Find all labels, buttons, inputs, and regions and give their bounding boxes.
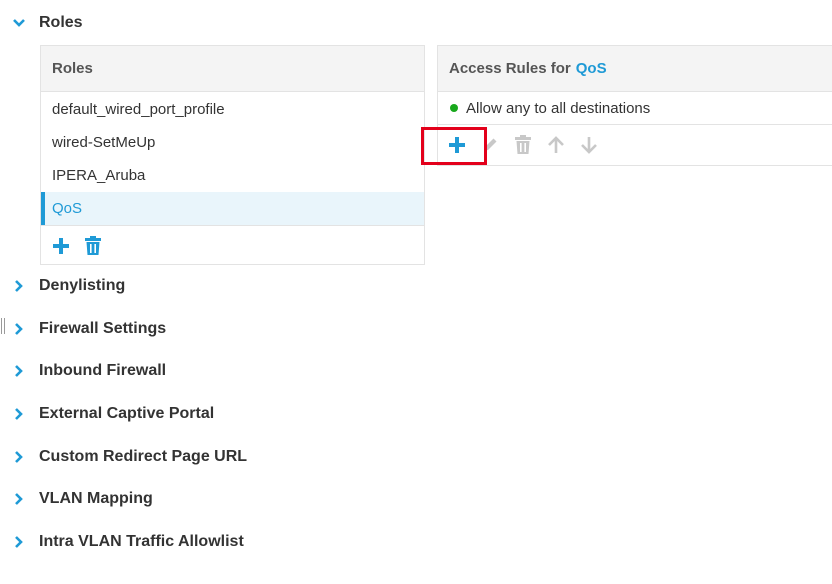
section-title: Intra VLAN Traffic Allowlist	[39, 533, 244, 550]
chevron-right-icon	[11, 278, 27, 294]
section-title: VLAN Mapping	[39, 490, 153, 507]
arrow-down-icon[interactable]	[579, 135, 599, 155]
access-rules-panel: Access Rules for QoS Allow any to all de…	[437, 45, 832, 166]
roles-toolbar	[41, 225, 424, 265]
section-custom-redirect-page-url[interactable]: Custom Redirect Page URL	[0, 442, 247, 472]
access-rule-row[interactable]: Allow any to all destinations	[438, 92, 832, 125]
chevron-right-icon	[11, 449, 27, 465]
chevron-right-icon	[11, 491, 27, 507]
plus-icon[interactable]	[51, 236, 71, 256]
section-title: Firewall Settings	[39, 320, 167, 337]
role-item[interactable]: IPERA_Aruba	[41, 159, 424, 192]
chevron-right-icon	[11, 406, 27, 422]
section-title: Inbound Firewall	[39, 362, 167, 379]
section-roles[interactable]: Roles	[0, 8, 83, 38]
section-title: External Captive Portal	[39, 405, 215, 422]
pencil-icon[interactable]	[480, 135, 500, 155]
chevron-right-icon	[11, 534, 27, 550]
access-rules-toolbar	[438, 125, 832, 164]
arrow-up-icon[interactable]	[546, 135, 566, 155]
plus-icon[interactable]	[447, 135, 467, 155]
roles-panel-header: Roles	[41, 46, 424, 92]
section-external-captive-portal[interactable]: External Captive Portal	[0, 399, 214, 429]
access-rules-role-name: QoS	[575, 60, 607, 77]
section-intra-vlan-traffic-allowlist[interactable]: Intra VLAN Traffic Allowlist	[0, 527, 244, 557]
chevron-down-icon	[11, 15, 27, 31]
status-dot	[450, 104, 458, 112]
trash-icon[interactable]	[83, 235, 103, 256]
section-title: Denylisting	[39, 277, 126, 294]
section-firewall-settings[interactable]: Firewall Settings	[0, 314, 166, 344]
role-item[interactable]: wired-SetMeUp	[41, 126, 424, 159]
access-rule-label: Allow any to all destinations	[466, 99, 651, 117]
section-vlan-mapping[interactable]: VLAN Mapping	[0, 484, 153, 514]
trash-icon[interactable]	[513, 134, 533, 155]
access-rules-header-label: Access Rules for	[449, 60, 571, 77]
role-item[interactable]: default_wired_port_profile	[41, 93, 424, 126]
section-inbound-firewall[interactable]: Inbound Firewall	[0, 356, 166, 386]
section-title: Roles	[39, 14, 83, 31]
roles-panel: Roles default_wired_port_profile wired-S…	[40, 45, 425, 265]
access-rules-panel-header: Access Rules for QoS	[438, 46, 832, 92]
section-denylisting[interactable]: Denylisting	[0, 271, 125, 301]
role-item-selected[interactable]: QoS	[41, 192, 424, 225]
chevron-right-icon	[11, 363, 27, 379]
section-title: Custom Redirect Page URL	[39, 448, 248, 465]
chevron-right-icon	[11, 321, 27, 337]
